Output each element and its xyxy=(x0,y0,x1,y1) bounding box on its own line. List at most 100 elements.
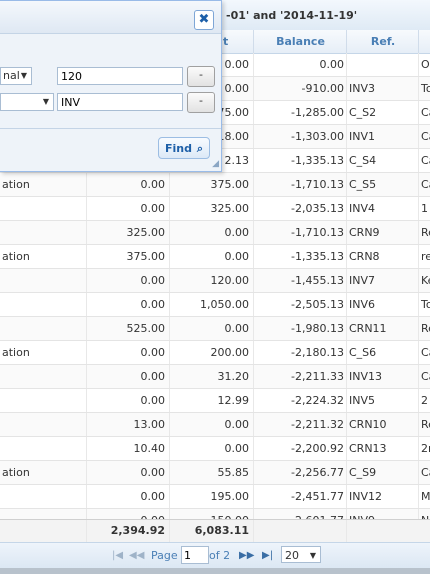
cell-debit: 325.00 xyxy=(86,221,169,244)
next-page-icon[interactable]: ▶▶ xyxy=(239,550,254,561)
remove-filter-button[interactable]: - xyxy=(187,66,215,87)
cell-balance: -1,455.13 xyxy=(253,269,346,292)
cell-description xyxy=(0,413,86,436)
chevron-down-icon: ▼ xyxy=(309,551,316,560)
cell-extra: Ca xyxy=(418,101,430,124)
cell-balance: -1,335.13 xyxy=(253,245,346,268)
cell-credit: 0.00 xyxy=(169,413,253,436)
find-dialog-body: nal ▼ - ▼ - xyxy=(0,34,221,128)
cell-credit: 0.00 xyxy=(169,221,253,244)
cell-description xyxy=(0,365,86,388)
cell-balance: -1,303.00 xyxy=(253,125,346,148)
table-row[interactable]: 13.000.00-2,211.32CRN10Re xyxy=(0,413,430,437)
cell-balance: -1,710.13 xyxy=(253,173,346,196)
field-combo[interactable]: ▼ xyxy=(0,93,54,111)
chevron-down-icon: ▼ xyxy=(20,71,27,80)
column-header-extra[interactable] xyxy=(418,30,430,53)
table-row[interactable]: 0.00 12.99 -2,224.32 INV5 2 xyxy=(0,389,430,413)
cell-ref: INV13 xyxy=(346,365,418,388)
cell-extra: re xyxy=(418,245,430,268)
cell-balance: -910.00 xyxy=(253,77,346,100)
resize-grip-icon[interactable]: ◢ xyxy=(212,159,219,169)
cell-debit: 0.00 xyxy=(86,389,169,412)
cell-ref: C_S5 xyxy=(346,173,418,196)
cell-extra: Ca xyxy=(418,173,430,196)
cell-description: ation xyxy=(2,346,30,359)
cell-extra: Op xyxy=(418,53,430,76)
cell-balance: -2,200.92 xyxy=(253,437,346,460)
find-dialog: ✖ nal ▼ - ▼ - Find ⌕ ◢ xyxy=(0,0,222,172)
page-number-input[interactable] xyxy=(181,546,209,564)
window-bottom-border xyxy=(0,568,430,574)
ref-value-input[interactable] xyxy=(57,93,183,111)
filter-value-input[interactable] xyxy=(57,67,183,85)
close-button[interactable]: ✖ xyxy=(194,10,214,30)
cell-ref: INV1 xyxy=(346,125,418,148)
page-size-value: 20 xyxy=(285,549,299,562)
cell-description xyxy=(0,317,86,340)
cell-ref: C_S6 xyxy=(346,341,418,364)
cell-credit: 0.00 xyxy=(169,437,253,460)
cell-extra: Re xyxy=(418,221,430,244)
page-size-select[interactable]: 20 ▼ xyxy=(281,546,321,563)
cell-balance: -1,980.13 xyxy=(253,317,346,340)
column-header-ref[interactable]: Ref. xyxy=(346,30,419,53)
cell-extra: Re xyxy=(418,317,430,340)
cell-ref xyxy=(346,53,418,76)
remove-filter-button[interactable]: - xyxy=(187,92,215,113)
cell-extra: 2 xyxy=(418,389,430,412)
table-row[interactable]: 10.400.00-2,200.92CRN132n xyxy=(0,437,430,461)
cell-description xyxy=(0,197,86,220)
table-row[interactable]: ation 375.000.00-1,335.13CRN8re xyxy=(0,245,430,269)
table-row[interactable]: 0.00 325.00 -2,035.13 INV4 1 xyxy=(0,197,430,221)
cell-ref: CRN11 xyxy=(346,317,418,340)
find-button[interactable]: Find ⌕ xyxy=(158,137,210,159)
cell-extra: Ke xyxy=(418,269,430,292)
cell-balance: -2,256.77 xyxy=(253,461,346,484)
prev-page-icon[interactable]: ◀◀ xyxy=(129,550,144,561)
cell-ref: CRN13 xyxy=(346,437,418,460)
cell-ref: CRN10 xyxy=(346,413,418,436)
table-row[interactable]: 0.00120.00-1,455.13INV7Ke xyxy=(0,269,430,293)
first-page-icon[interactable]: |◀ xyxy=(112,550,123,561)
cell-extra: Ca xyxy=(418,461,430,484)
operator-combo[interactable]: nal ▼ xyxy=(0,67,32,85)
cell-ref: INV5 xyxy=(346,389,418,412)
column-header-balance[interactable]: Balance xyxy=(253,30,347,53)
dialog-separator xyxy=(0,128,221,129)
table-row[interactable]: 0.00 195.00 -2,451.77 INV12 M xyxy=(0,485,430,509)
table-row[interactable]: 525.000.00-1,980.13CRN11Re xyxy=(0,317,430,341)
table-row[interactable]: 0.0031.20-2,211.33INV13Ca xyxy=(0,365,430,389)
cell-credit: 120.00 xyxy=(169,269,253,292)
cell-description xyxy=(0,389,86,412)
chevron-down-icon: ▼ xyxy=(42,97,49,106)
cell-balance: -2,505.13 xyxy=(253,293,346,316)
table-row[interactable]: 0.001,050.00-2,505.13INV6To xyxy=(0,293,430,317)
totals-balance xyxy=(253,520,346,542)
table-row[interactable]: 325.000.00-1,710.13CRN9Re xyxy=(0,221,430,245)
find-dialog-header: ✖ xyxy=(0,1,221,34)
cell-description: ation xyxy=(2,178,30,191)
cell-debit: 0.00 xyxy=(86,269,169,292)
cell-debit: 0.00 xyxy=(86,197,169,220)
totals-label xyxy=(0,520,86,542)
cell-balance: -1,335.13 xyxy=(253,149,346,172)
cell-debit: 13.00 xyxy=(86,413,169,436)
table-row[interactable]: ation 0.00375.00-1,710.13C_S5Ca xyxy=(0,173,430,197)
totals-credit: 6,083.11 xyxy=(169,520,253,542)
cell-description: ation xyxy=(2,250,30,263)
cell-credit: 55.85 xyxy=(169,461,253,484)
cell-credit: 200.00 xyxy=(169,341,253,364)
page-label: Page xyxy=(151,549,178,562)
cell-credit: 195.00 xyxy=(169,485,253,508)
table-row[interactable]: ation 0.00200.00-2,180.13C_S6Ca xyxy=(0,341,430,365)
cell-credit: 31.20 xyxy=(169,365,253,388)
cell-balance: -1,285.00 xyxy=(253,101,346,124)
last-page-icon[interactable]: ▶| xyxy=(262,550,273,561)
cell-credit: 1,050.00 xyxy=(169,293,253,316)
cell-balance: -2,211.33 xyxy=(253,365,346,388)
cell-balance: -2,035.13 xyxy=(253,197,346,220)
cell-ref: INV12 xyxy=(346,485,418,508)
table-row[interactable]: ation 0.0055.85-2,256.77C_S9Ca xyxy=(0,461,430,485)
cell-debit: 0.00 xyxy=(86,485,169,508)
